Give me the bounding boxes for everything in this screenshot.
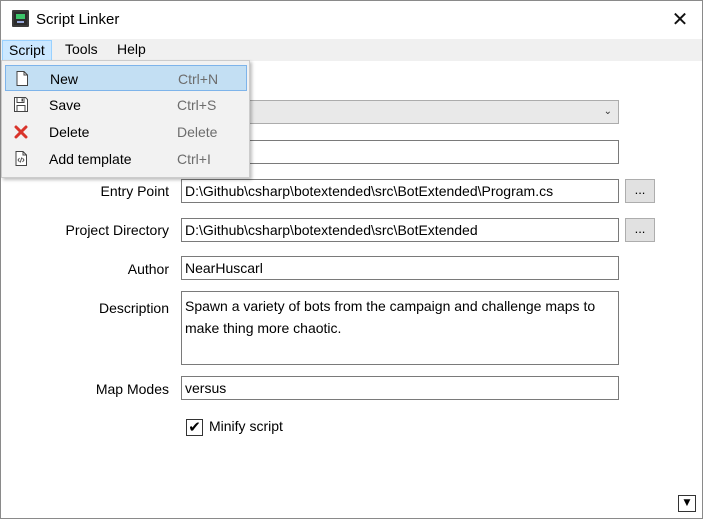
menu-item-delete-label: Delete	[49, 124, 90, 140]
window-title: Script Linker	[36, 11, 120, 28]
menu-bar: Script Tools Help	[1, 39, 702, 61]
script-menu-dropdown: New Ctrl+N Save Ctrl+S Delete Delete Add…	[1, 60, 250, 178]
browse-project-directory-button[interactable]: ...	[625, 218, 655, 242]
entry-point-label: Entry Point	[100, 183, 169, 199]
project-directory-label: Project Directory	[65, 222, 169, 238]
delete-icon	[14, 125, 28, 139]
save-icon	[14, 97, 28, 112]
project-directory-field[interactable]: D:\Github\csharp\botextended\src\BotExte…	[181, 218, 619, 242]
app-icon	[12, 10, 29, 27]
author-field[interactable]: NearHuscarl	[181, 256, 619, 280]
minify-label[interactable]: Minify script	[209, 418, 283, 434]
minify-checkbox[interactable]: ✔	[186, 419, 203, 436]
menu-item-add-template[interactable]: Add template Ctrl+I	[5, 146, 247, 172]
map-modes-label: Map Modes	[95, 381, 169, 397]
menu-item-new-shortcut: Ctrl+N	[178, 71, 219, 87]
menu-item-delete-shortcut: Delete	[177, 124, 218, 140]
menu-item-save[interactable]: Save Ctrl+S	[5, 92, 247, 118]
menu-tools[interactable]: Tools	[59, 40, 104, 61]
description-field[interactable]: Spawn a variety of bots from the campaig…	[181, 291, 619, 365]
chevron-down-icon: ⌄	[603, 106, 612, 117]
menu-item-save-label: Save	[49, 97, 81, 113]
author-label: Author	[127, 261, 169, 277]
menu-item-new-label: New	[50, 71, 79, 87]
menu-item-save-shortcut: Ctrl+S	[177, 97, 217, 113]
description-label: Description	[98, 300, 169, 316]
menu-item-add-template-shortcut: Ctrl+I	[177, 151, 211, 167]
menu-item-add-template-label: Add template	[49, 151, 132, 167]
menu-script[interactable]: Script	[2, 40, 52, 61]
browse-entry-point-button[interactable]: ...	[625, 179, 655, 203]
new-file-icon	[16, 71, 28, 86]
menu-item-new[interactable]: New Ctrl+N	[5, 65, 247, 91]
menu-item-delete[interactable]: Delete Delete	[5, 119, 247, 145]
template-icon	[15, 151, 27, 166]
title-bar: Script Linker ✕	[1, 1, 702, 39]
close-button[interactable]: ✕	[657, 1, 703, 39]
menu-help[interactable]: Help	[111, 40, 152, 61]
expand-down-button[interactable]: ▼	[678, 495, 696, 512]
map-modes-field[interactable]: versus	[181, 376, 619, 400]
entry-point-field[interactable]: D:\Github\csharp\botextended\src\BotExte…	[181, 179, 619, 203]
